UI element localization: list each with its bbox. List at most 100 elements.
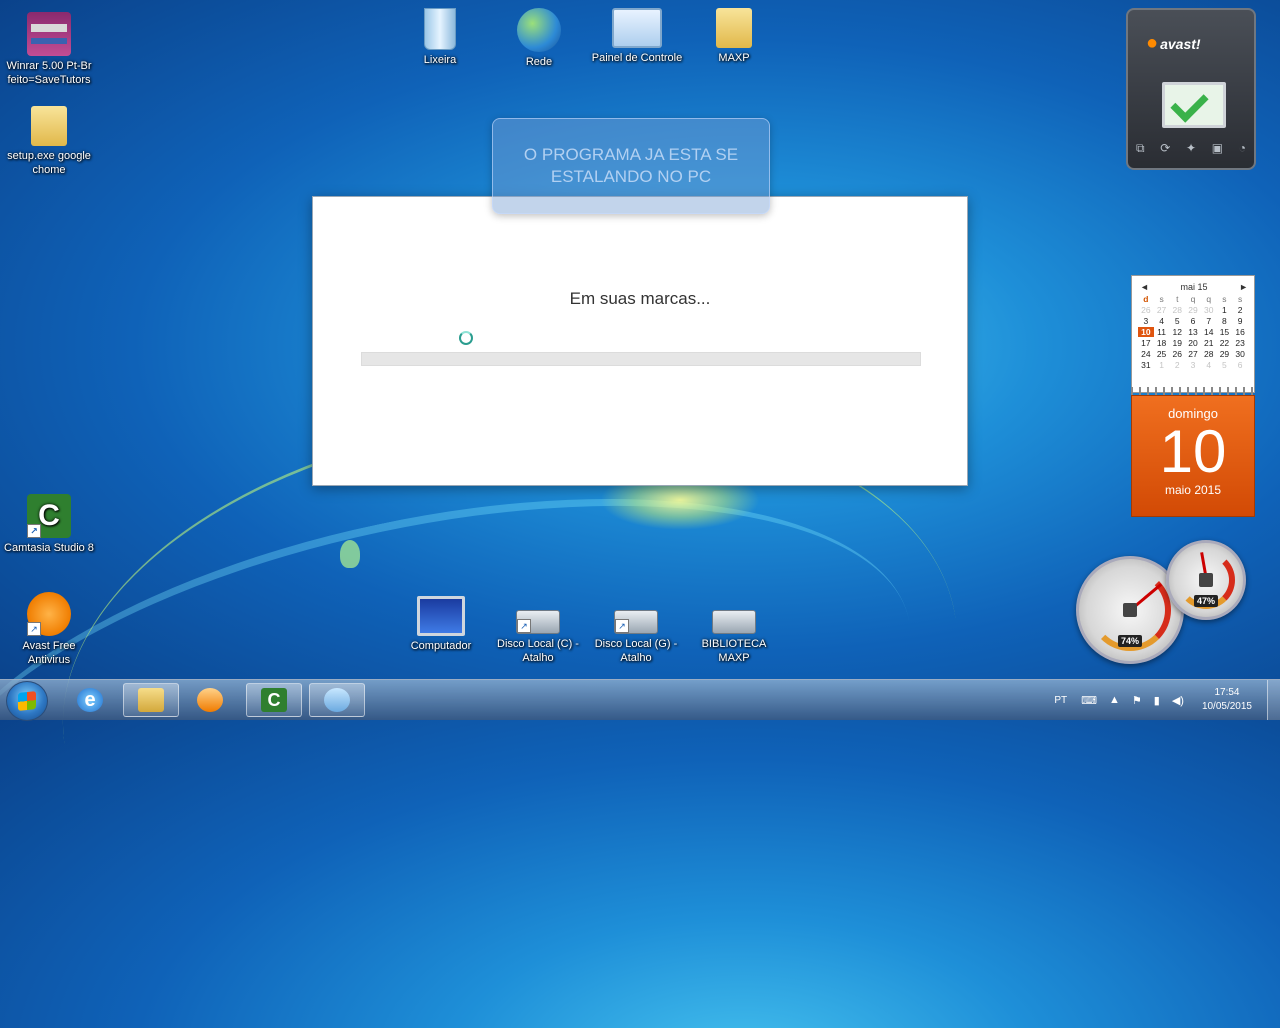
- taskbar-clock[interactable]: 17:54 10/05/2015: [1202, 686, 1252, 714]
- desktop-icon-control-panel[interactable]: Painel de Controle: [589, 8, 685, 65]
- memory-usage-value: 47%: [1193, 595, 1219, 607]
- avast-gadget[interactable]: ● avast! ⧉ ⟳ ✦ ▣ ◔: [1126, 8, 1256, 170]
- taskbar-internet-explorer[interactable]: e: [62, 683, 118, 717]
- calendar-day-cell[interactable]: 12: [1169, 327, 1185, 337]
- taskbar: e C PT ⌨ ▲ ⚑ ▮ ◀) 17:54 10/05/2015: [0, 679, 1280, 721]
- refresh-icon[interactable]: ⟳: [1160, 141, 1170, 156]
- show-desktop-button[interactable]: [1267, 680, 1280, 720]
- desktop-icon-winrar[interactable]: Winrar 5.00 Pt-Br feito=SaveTutors: [1, 12, 97, 87]
- calendar-day-cell[interactable]: 25: [1154, 349, 1170, 359]
- calendar-day-cell[interactable]: 9: [1232, 316, 1248, 326]
- calendar-day-cell[interactable]: 2: [1232, 305, 1248, 315]
- calendar-day-cell[interactable]: 28: [1169, 305, 1185, 315]
- clock-date: 10/05/2015: [1201, 701, 1252, 712]
- busy-cursor-icon: [451, 331, 473, 351]
- calendar-day-view: domingo 10 maio 2015: [1131, 395, 1255, 517]
- calendar-day-cell[interactable]: 3: [1138, 316, 1154, 326]
- taskbar-media-player[interactable]: [182, 683, 238, 717]
- memory-meter-gauge[interactable]: 47%: [1166, 540, 1246, 620]
- calendar-day-cell[interactable]: 31: [1138, 360, 1154, 370]
- calendar-day-cell[interactable]: 2: [1169, 360, 1185, 370]
- desktop-icon-label: Painel de Controle: [591, 52, 683, 64]
- calendar-day-cell[interactable]: 3: [1185, 360, 1201, 370]
- keyboard-icon[interactable]: ⌨: [1081, 694, 1097, 707]
- calendar-day-cell[interactable]: 5: [1217, 360, 1233, 370]
- action-center-flag-icon[interactable]: ⚑: [1132, 694, 1142, 707]
- calendar-day-cell[interactable]: 14: [1201, 327, 1217, 337]
- calendar-day-cell[interactable]: 11: [1154, 327, 1170, 337]
- calendar-day-cell[interactable]: 27: [1154, 305, 1170, 315]
- desktop-icon-drive-g[interactable]: ↗ Disco Local (G) - Atalho: [588, 596, 684, 665]
- calendar-day-cell[interactable]: 26: [1138, 305, 1154, 315]
- calendar-day-cell[interactable]: 28: [1201, 349, 1217, 359]
- calendar-day-cell[interactable]: 26: [1169, 349, 1185, 359]
- calendar-weekday: d: [1143, 294, 1149, 304]
- twitter-icon[interactable]: ✦: [1186, 141, 1196, 156]
- language-indicator[interactable]: PT: [1054, 695, 1067, 706]
- calendar-day-cell[interactable]: 5: [1169, 316, 1185, 326]
- desktop-icon-biblioteca[interactable]: BIBLIOTECA MAXP: [686, 596, 782, 665]
- user-folder-icon: [716, 8, 752, 48]
- shortcut-arrow-icon: ↗: [517, 619, 531, 633]
- open-window-icon[interactable]: ⧉: [1136, 141, 1145, 156]
- calendar-day-cell[interactable]: 4: [1154, 316, 1170, 326]
- avast-logo-text: avast!: [1160, 36, 1201, 52]
- desktop-icon-drive-c[interactable]: ↗ Disco Local (C) - Atalho: [490, 596, 586, 665]
- volume-icon[interactable]: ◀): [1172, 694, 1184, 707]
- caption-text: O PROGRAMA JA ESTA SE ESTALANDO NO PC: [523, 145, 739, 186]
- calendar-day-cell[interactable]: 30: [1201, 305, 1217, 315]
- clock-time: 17:54: [1214, 687, 1240, 698]
- facebook-icon[interactable]: ▣: [1212, 141, 1223, 156]
- network-signal-icon[interactable]: ▮: [1154, 694, 1160, 707]
- calendar-month-view: ◄ mai 15 ► d s t q q s s 26 27 28 29 30 1 2 3 4 5 6 7 8 9 10 1…: [1131, 275, 1255, 393]
- calendar-day-cell[interactable]: 6: [1185, 316, 1201, 326]
- calendar-day-cell[interactable]: 23: [1232, 338, 1248, 348]
- calendar-day-cell[interactable]: 17: [1138, 338, 1154, 348]
- taskbar-explorer[interactable]: [123, 683, 179, 717]
- desktop-icon-label: setup.exe google chome: [7, 150, 91, 176]
- desktop-icon-computer[interactable]: Computador: [393, 596, 489, 653]
- desktop-icon-maxp[interactable]: MAXP: [686, 8, 782, 65]
- calendar-day-cell[interactable]: 21: [1201, 338, 1217, 348]
- calendar-day-cell[interactable]: 24: [1138, 349, 1154, 359]
- calendar-day-cell[interactable]: 1: [1154, 360, 1170, 370]
- start-button[interactable]: [6, 681, 48, 721]
- calendar-day-cell[interactable]: 13: [1185, 327, 1201, 337]
- desktop-icon-avast[interactable]: ↗ Avast Free Antivirus: [1, 592, 97, 667]
- calendar-day-cell[interactable]: 18: [1154, 338, 1170, 348]
- desktop-icon-label: Rede: [525, 56, 553, 68]
- desktop-icon-camtasia[interactable]: C ↗ Camtasia Studio 8: [1, 494, 97, 555]
- calendar-next-button[interactable]: ►: [1239, 282, 1248, 292]
- calendar-day-cell[interactable]: 29: [1217, 349, 1233, 359]
- desktop-icon-setup-chrome[interactable]: setup.exe google chome: [1, 106, 97, 177]
- winrar-icon: [27, 12, 71, 56]
- calendar-day-cell[interactable]: 1: [1217, 305, 1233, 315]
- desktop-icon-label: Disco Local (G) - Atalho: [594, 638, 678, 664]
- taskbar-camtasia[interactable]: C: [246, 683, 302, 717]
- calendar-day-cell[interactable]: 10: [1138, 327, 1154, 337]
- taskbar-installer[interactable]: [309, 683, 365, 717]
- calendar-prev-button[interactable]: ◄: [1140, 282, 1149, 292]
- installer-window[interactable]: Em suas marcas...: [312, 196, 968, 486]
- rss-icon[interactable]: ◔: [1239, 141, 1246, 156]
- desktop-icon-recycle-bin[interactable]: Lixeira: [392, 8, 488, 67]
- calendar-day-cell[interactable]: 20: [1185, 338, 1201, 348]
- avast-logo: ● avast!: [1146, 32, 1201, 54]
- calendar-day-cell[interactable]: 19: [1169, 338, 1185, 348]
- calendar-day-cell[interactable]: 29: [1185, 305, 1201, 315]
- calendar-day-cell[interactable]: 7: [1201, 316, 1217, 326]
- calendar-day-cell[interactable]: 8: [1217, 316, 1233, 326]
- calendar-month-label: mai 15: [1180, 282, 1208, 292]
- calendar-day-cell[interactable]: 30: [1232, 349, 1248, 359]
- calendar-day-cell[interactable]: 4: [1201, 360, 1217, 370]
- computer-icon: [417, 596, 465, 636]
- calendar-day-cell[interactable]: 16: [1232, 327, 1248, 337]
- installer-icon: [324, 688, 350, 712]
- show-hidden-icons-icon[interactable]: ▲: [1109, 694, 1120, 706]
- calendar-gadget[interactable]: ◄ mai 15 ► d s t q q s s 26 27 28 29 30 1 2 3 4 5 6 7 8 9 10 1…: [1131, 275, 1255, 517]
- calendar-day-cell[interactable]: 27: [1185, 349, 1201, 359]
- calendar-day-cell[interactable]: 6: [1232, 360, 1248, 370]
- desktop-icon-network[interactable]: Rede: [491, 8, 587, 69]
- calendar-day-cell[interactable]: 22: [1217, 338, 1233, 348]
- calendar-day-cell[interactable]: 15: [1217, 327, 1233, 337]
